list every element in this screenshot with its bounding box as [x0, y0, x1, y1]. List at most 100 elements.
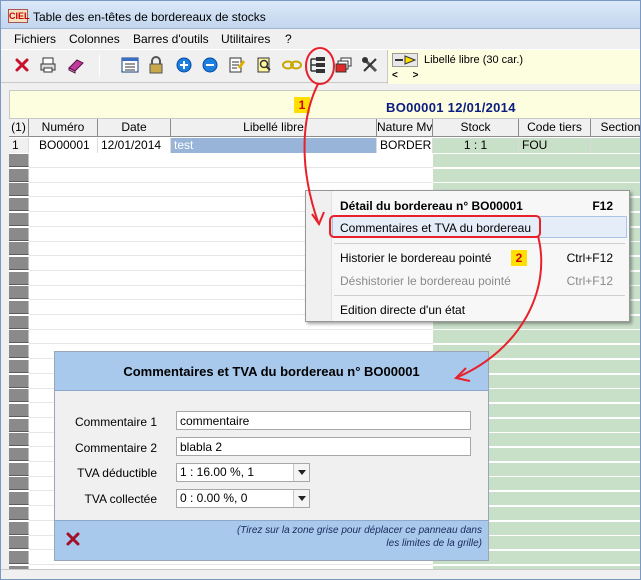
- row-header[interactable]: [9, 301, 29, 314]
- menu-utilitaires[interactable]: Utilitaires: [221, 32, 270, 46]
- lock-icon[interactable]: [145, 54, 167, 76]
- menu-fichiers[interactable]: Fichiers: [14, 32, 56, 46]
- row-header[interactable]: [9, 403, 29, 417]
- row-header[interactable]: [9, 315, 29, 329]
- row-header[interactable]: [9, 242, 29, 256]
- label-comment-2: Commentaire 2: [74, 441, 157, 455]
- stack-icon[interactable]: [333, 54, 355, 76]
- edit-document-icon[interactable]: [225, 54, 247, 76]
- grid-cell-stock[interactable]: [433, 168, 640, 183]
- delete-icon[interactable]: [11, 54, 33, 76]
- row-header[interactable]: [9, 168, 29, 182]
- col-date[interactable]: Date: [98, 119, 171, 137]
- row-header[interactable]: [9, 212, 29, 226]
- row-header[interactable]: [9, 286, 29, 300]
- row-header[interactable]: [9, 448, 29, 461]
- menu-help[interactable]: ?: [285, 32, 292, 46]
- app-logo-icon: CIEL: [8, 9, 30, 23]
- row-header[interactable]: [9, 462, 29, 476]
- grid-cell-stock[interactable]: [433, 154, 640, 168]
- grid-cell-stock[interactable]: [433, 330, 640, 345]
- tva-deductible-value: 1 : 16.00 %, 1: [180, 465, 255, 479]
- row-header[interactable]: [9, 198, 29, 212]
- menu-comments-tva[interactable]: Commentaires et TVA du bordereau: [340, 221, 531, 235]
- row-header[interactable]: [9, 256, 29, 270]
- label-tva-collectee: TVA collectée: [84, 492, 157, 506]
- list-view-icon[interactable]: [119, 54, 141, 76]
- cell-stock[interactable]: 1 : 1: [433, 138, 519, 153]
- col-stock[interactable]: Stock: [433, 119, 519, 137]
- grid-line: [29, 328, 433, 330]
- col-section[interactable]: Section: [591, 119, 640, 137]
- comment-1-input[interactable]: [176, 411, 471, 430]
- menu-deshistorier[interactable]: Déshistorier le bordereau pointé: [340, 274, 511, 288]
- row-index: 1: [9, 138, 29, 153]
- col-numero[interactable]: Numéro: [29, 119, 98, 137]
- row-header[interactable]: [9, 433, 29, 447]
- panel-footer[interactable]: (Tirez sur la zone grise pour déplacer c…: [55, 520, 488, 560]
- remove-icon[interactable]: [199, 54, 221, 76]
- search-document-icon[interactable]: [253, 54, 275, 76]
- menu-historier[interactable]: Historier le bordereau pointé: [340, 251, 491, 265]
- comment-2-input[interactable]: [176, 437, 471, 456]
- shortcut-historier: Ctrl+F12: [566, 251, 613, 265]
- col-index[interactable]: (1): [9, 119, 29, 137]
- menu-barres-outils[interactable]: Barres d'outils: [133, 32, 209, 46]
- print-icon[interactable]: [37, 54, 59, 76]
- link-icon[interactable]: [281, 54, 303, 76]
- tva-deductible-select[interactable]: 1 : 16.00 %, 1: [176, 463, 310, 482]
- chevron-down-icon[interactable]: [293, 464, 309, 481]
- cell-code-tiers[interactable]: FOU: [519, 138, 591, 153]
- col-nature[interactable]: Nature Mv: [377, 119, 433, 137]
- col-libelle[interactable]: Libellé libre: [171, 119, 377, 137]
- row-header[interactable]: [9, 506, 29, 520]
- add-icon[interactable]: [173, 54, 195, 76]
- row-header[interactable]: [9, 374, 29, 388]
- comments-tva-panel[interactable]: Commentaires et TVA du bordereau n° BO00…: [54, 351, 489, 561]
- menu-detail-bordereau[interactable]: Détail du bordereau n° BO00001: [340, 199, 523, 213]
- context-menu: Détail du bordereau n° BO00001 F12 Comme…: [305, 190, 630, 322]
- tva-collectee-select[interactable]: 0 : 0.00 %, 0: [176, 489, 310, 508]
- cell-section[interactable]: [591, 138, 640, 153]
- row-header[interactable]: [9, 345, 29, 359]
- menu-bar: Fichiers Colonnes Barres d'outils Utilit…: [1, 29, 640, 49]
- close-icon[interactable]: [65, 531, 83, 549]
- tree-structure-icon[interactable]: [307, 54, 329, 76]
- col-code-tiers[interactable]: Code tiers: [519, 119, 591, 137]
- row-header[interactable]: [9, 330, 29, 344]
- cell-libelle[interactable]: test: [171, 138, 377, 153]
- column-flag-icon: [392, 53, 418, 67]
- window-title: Table des en-têtes de bordereaux de stoc…: [33, 10, 266, 24]
- menu-colonnes[interactable]: Colonnes: [69, 32, 120, 46]
- row-header[interactable]: [9, 359, 29, 373]
- tools-icon[interactable]: [359, 54, 381, 76]
- book-icon[interactable]: [65, 54, 87, 76]
- row-header[interactable]: [9, 536, 29, 550]
- row-header[interactable]: [9, 477, 29, 491]
- row-header[interactable]: [9, 183, 29, 197]
- grid-line: [29, 167, 433, 168]
- grid-line: [29, 563, 433, 565]
- cell-numero[interactable]: BO00001: [29, 138, 98, 153]
- menu-edition-etat[interactable]: Edition directe d'un état: [340, 303, 465, 317]
- libelle-column-selector[interactable]: Libellé libre (30 car.) < >: [387, 50, 640, 84]
- banner-record: BO00001 12/01/2014: [386, 100, 516, 115]
- shortcut-deshistorier: Ctrl+F12: [566, 274, 613, 288]
- annotation-marker-1: 1: [294, 97, 310, 113]
- libelle-label: Libellé libre (30 car.): [424, 54, 524, 66]
- row-header[interactable]: [9, 418, 29, 432]
- title-bar[interactable]: CIEL Table des en-têtes de bordereaux de…: [1, 1, 640, 29]
- row-header[interactable]: [9, 389, 29, 403]
- row-header[interactable]: [9, 154, 29, 167]
- row-header[interactable]: [9, 271, 29, 285]
- cell-nature[interactable]: BORDER: [377, 138, 433, 153]
- row-header[interactable]: [9, 521, 29, 535]
- row-header[interactable]: [9, 550, 29, 564]
- row-header[interactable]: [9, 227, 29, 241]
- chevron-down-icon[interactable]: [293, 490, 309, 507]
- row-header[interactable]: [9, 492, 29, 506]
- panel-header[interactable]: Commentaires et TVA du bordereau n° BO00…: [55, 352, 488, 391]
- libelle-scroll-arrows[interactable]: < >: [392, 70, 424, 81]
- cell-date[interactable]: 12/01/2014: [98, 138, 171, 153]
- label-tva-deductible: TVA déductible: [77, 466, 157, 480]
